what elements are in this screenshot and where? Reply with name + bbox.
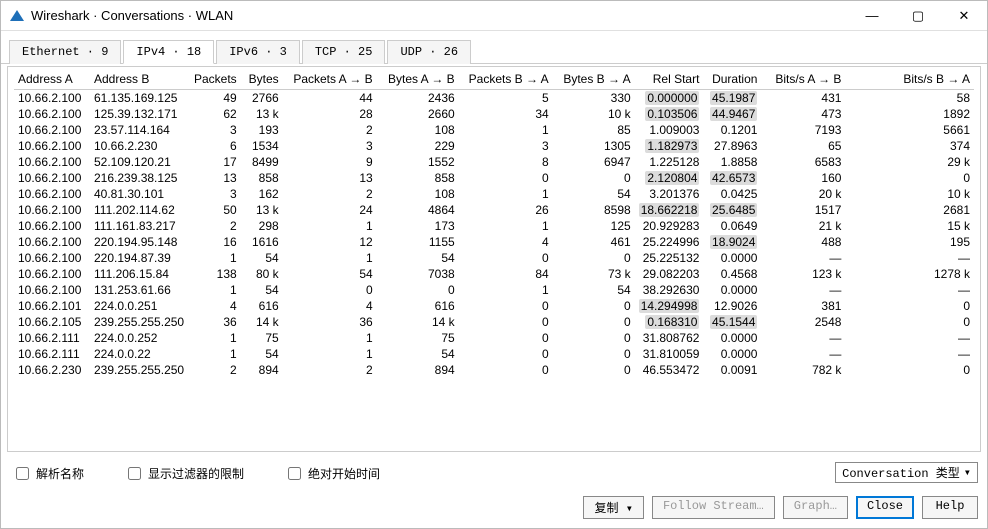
follow-stream-button: Follow Stream… [652,496,775,519]
options-row: 解析名称 显示过滤器的限制 绝对开始时间 [12,464,380,483]
table-row[interactable]: 10.66.2.100131.253.61.661540015438.29263… [14,282,974,298]
tab-ipv6[interactable]: IPv6 · 3 [216,40,300,64]
close-window-button[interactable]: ✕ [941,1,987,31]
tab-ethernet[interactable]: Ethernet · 9 [9,40,121,64]
protocol-tabs: Ethernet · 9 IPv4 · 18 IPv6 · 3 TCP · 25… [1,31,987,64]
tab-ipv4[interactable]: IPv4 · 18 [123,40,214,64]
graph-button: Graph… [783,496,848,519]
resolve-names-label: 解析名称 [36,465,84,482]
chevron-down-icon: ▾ [619,502,633,516]
col-bits-ab[interactable]: Bits/s A → B [761,69,845,90]
table-row[interactable]: 10.66.2.10010.66.2.230615343229313051.18… [14,138,974,154]
button-row: 复制 ▾ Follow Stream… Graph… Close Help [583,496,978,519]
col-bits-ba[interactable]: Bits/s B → A [845,69,974,90]
col-bytes-ba[interactable]: Bytes B → A [553,69,635,90]
resolve-names-checkbox[interactable] [16,467,29,480]
table-row[interactable]: 10.66.2.10052.109.120.211784999155286947… [14,154,974,170]
tab-udp[interactable]: UDP · 26 [387,40,471,64]
limit-filter-label: 显示过滤器的限制 [148,465,244,482]
table-row[interactable]: 10.66.2.100125.39.132.1716213 k282660341… [14,106,974,122]
limit-filter-option[interactable]: 显示过滤器的限制 [124,464,244,483]
conversations-table[interactable]: Address A Address B Packets Bytes Packet… [14,69,974,378]
col-bytes[interactable]: Bytes [241,69,283,90]
table-row[interactable]: 10.66.2.100111.161.83.21722981173112520.… [14,218,974,234]
titlebar: Wireshark · Conversations · WLAN — ▢ ✕ [1,1,987,31]
table-row[interactable]: 10.66.2.100220.194.87.391541540025.22513… [14,250,974,266]
help-button[interactable]: Help [922,496,978,519]
table-row[interactable]: 10.66.2.10061.135.169.125492766442436533… [14,90,974,107]
table-row[interactable]: 10.66.2.111224.0.0.221541540031.8100590.… [14,346,974,362]
col-duration[interactable]: Duration [703,69,761,90]
window-title: Wireshark · Conversations · WLAN [31,8,233,23]
table-header-row: Address A Address B Packets Bytes Packet… [14,69,974,90]
table-row[interactable]: 10.66.2.230239.255.255.250289428940046.5… [14,362,974,378]
table-row[interactable]: 10.66.2.10040.81.30.101316221081543.2013… [14,186,974,202]
absolute-start-option[interactable]: 绝对开始时间 [284,464,380,483]
minimize-button[interactable]: — [849,1,895,31]
col-packets-ba[interactable]: Packets B → A [459,69,553,90]
conversation-type-label: Conversation 类型 [842,464,960,481]
absolute-start-checkbox[interactable] [288,467,301,480]
table-row[interactable]: 10.66.2.100111.206.15.8413880 k547038847… [14,266,974,282]
conversations-table-wrap: Address A Address B Packets Bytes Packet… [7,66,981,452]
close-button[interactable]: Close [856,496,914,519]
col-address-a[interactable]: Address A [14,69,90,90]
table-row[interactable]: 10.66.2.100220.194.95.148161616121155446… [14,234,974,250]
app-icon [9,8,25,24]
copy-button[interactable]: 复制 ▾ [583,496,643,519]
limit-filter-checkbox[interactable] [128,467,141,480]
resolve-names-option[interactable]: 解析名称 [12,464,84,483]
table-row[interactable]: 10.66.2.111224.0.0.2521751750031.8087620… [14,330,974,346]
table-row[interactable]: 10.66.2.100216.239.38.1251385813858002.1… [14,170,974,186]
conversation-type-dropdown[interactable]: Conversation 类型 ▾ [835,462,978,483]
col-packets[interactable]: Packets [190,69,241,90]
tab-tcp[interactable]: TCP · 25 [302,40,386,64]
maximize-button[interactable]: ▢ [895,1,941,31]
chevron-down-icon: ▾ [964,465,971,480]
table-row[interactable]: 10.66.2.105239.255.255.2503614 k3614 k00… [14,314,974,330]
table-row[interactable]: 10.66.2.101224.0.0.251461646160014.29499… [14,298,974,314]
table-row[interactable]: 10.66.2.100111.202.114.625013 k244864268… [14,202,974,218]
col-packets-ab[interactable]: Packets A → B [283,69,377,90]
absolute-start-label: 绝对开始时间 [308,465,380,482]
col-address-b[interactable]: Address B [90,69,190,90]
col-bytes-ab[interactable]: Bytes A → B [377,69,459,90]
table-row[interactable]: 10.66.2.10023.57.114.164319321081851.009… [14,122,974,138]
col-rel-start[interactable]: Rel Start [635,69,704,90]
